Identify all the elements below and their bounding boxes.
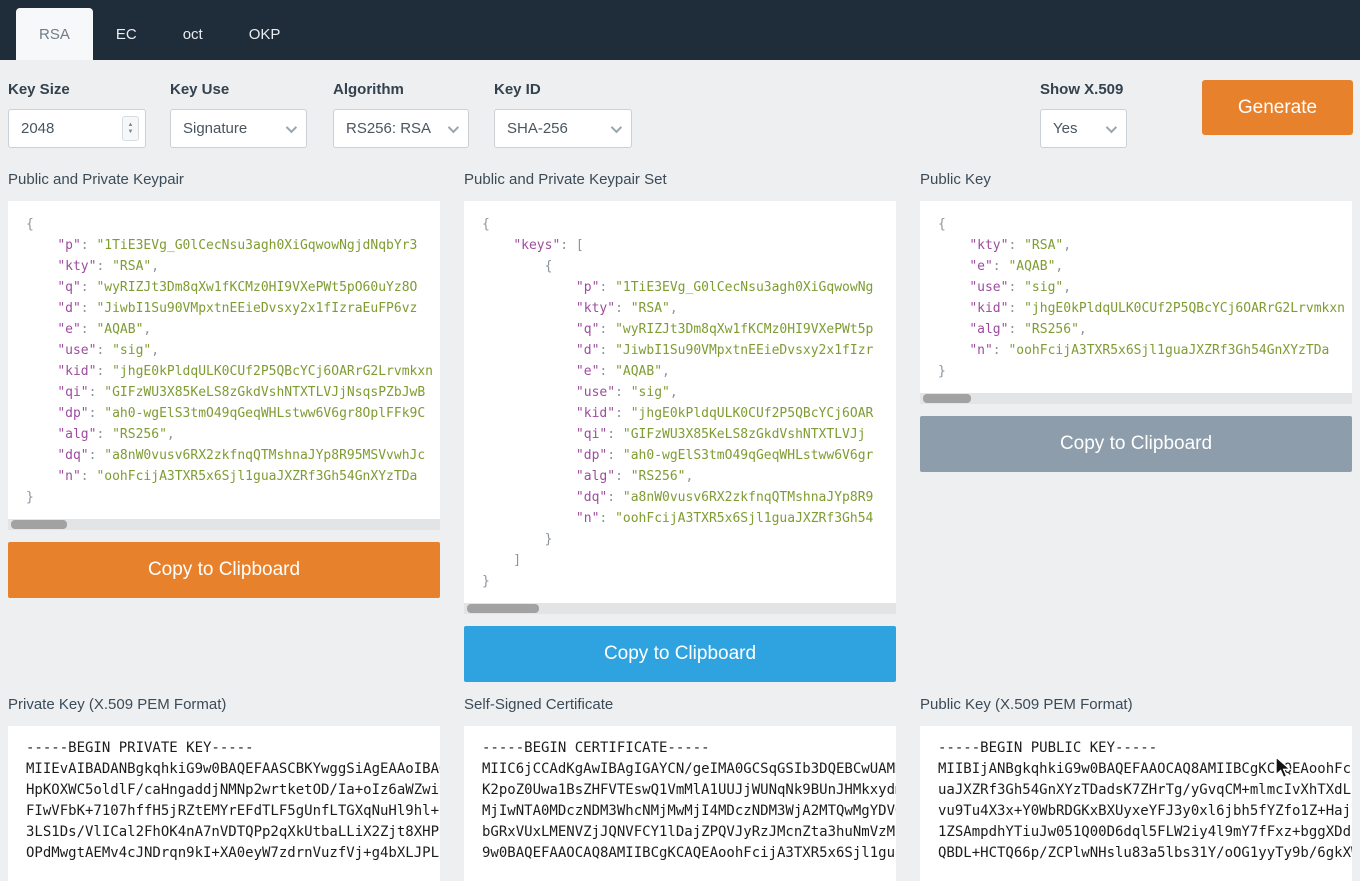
- horizontal-scrollbar[interactable]: [8, 519, 440, 530]
- json-output-row: Public and Private Keypair { "p": "1TiE3…: [0, 171, 1360, 682]
- public-key-code-box[interactable]: { "kty": "RSA", "e": "AQAB", "use": "sig…: [920, 201, 1352, 404]
- keypair-panel: Public and Private Keypair { "p": "1TiE3…: [8, 171, 440, 598]
- horizontal-scrollbar[interactable]: [920, 393, 1352, 404]
- key-id-value: SHA-256: [507, 120, 603, 137]
- key-id-select[interactable]: SHA-256: [494, 109, 632, 148]
- show-x509-select[interactable]: Yes: [1040, 109, 1127, 148]
- copy-keypair-set-button[interactable]: Copy to Clipboard: [464, 626, 896, 682]
- generate-button[interactable]: Generate: [1202, 80, 1353, 135]
- tab-oct[interactable]: oct: [160, 8, 226, 60]
- key-size-input[interactable]: 2048 ▲▼: [8, 109, 146, 148]
- private-key-pem-panel: Private Key (X.509 PEM Format) -----BEGI…: [8, 696, 440, 881]
- algorithm-select[interactable]: RS256: RSA: [333, 109, 469, 148]
- keypair-code-box[interactable]: { "p": "1TiE3EVg_G0lCecNsu3agh0XiGqwowNg…: [8, 201, 440, 530]
- private-key-pem-box[interactable]: -----BEGIN PRIVATE KEY-----MIIEvAIBADANB…: [8, 726, 440, 881]
- key-use-label: Key Use: [170, 81, 229, 98]
- number-stepper-icon[interactable]: ▲▼: [122, 116, 139, 141]
- show-x509-label: Show X.509: [1040, 81, 1123, 98]
- keypair-set-code-box[interactable]: { "keys": [ { "p": "1TiE3EVg_G0lCecNsu3a…: [464, 201, 896, 614]
- chevron-down-icon: [1106, 121, 1117, 132]
- horizontal-scrollbar[interactable]: [464, 603, 896, 614]
- keypair-title: Public and Private Keypair: [8, 171, 440, 189]
- key-size-label: Key Size: [8, 81, 70, 98]
- scrollbar-thumb[interactable]: [11, 520, 67, 529]
- chevron-down-icon: [286, 121, 297, 132]
- public-key-pem-title: Public Key (X.509 PEM Format): [920, 696, 1352, 714]
- chevron-down-icon: [611, 121, 622, 132]
- nav-bar: RSA EC oct OKP: [0, 0, 1360, 60]
- algorithm-label: Algorithm: [333, 81, 404, 98]
- scrollbar-thumb[interactable]: [923, 394, 971, 403]
- certificate-panel: Self-Signed Certificate -----BEGIN CERTI…: [464, 696, 896, 881]
- keypair-set-title: Public and Private Keypair Set: [464, 171, 896, 189]
- public-key-panel: Public Key { "kty": "RSA", "e": "AQAB", …: [920, 171, 1352, 472]
- certificate-box[interactable]: -----BEGIN CERTIFICATE-----MIIC6jCCAdKgA…: [464, 726, 896, 881]
- copy-keypair-button[interactable]: Copy to Clipboard: [8, 542, 440, 598]
- public-key-title: Public Key: [920, 171, 1352, 189]
- pem-output-row: Private Key (X.509 PEM Format) -----BEGI…: [0, 696, 1360, 881]
- algorithm-value: RS256: RSA: [346, 120, 440, 137]
- show-x509-value: Yes: [1053, 120, 1098, 137]
- key-use-value: Signature: [183, 120, 278, 137]
- chevron-down-icon: [448, 121, 459, 132]
- public-key-pem-panel: Public Key (X.509 PEM Format) -----BEGIN…: [920, 696, 1352, 881]
- copy-public-key-button[interactable]: Copy to Clipboard: [920, 416, 1352, 472]
- public-key-pem-box[interactable]: -----BEGIN PUBLIC KEY-----MIIBIjANBgkqhk…: [920, 726, 1352, 881]
- scrollbar-thumb[interactable]: [467, 604, 539, 613]
- tab-rsa[interactable]: RSA: [16, 8, 93, 60]
- key-use-select[interactable]: Signature: [170, 109, 307, 148]
- keypair-set-panel: Public and Private Keypair Set { "keys":…: [464, 171, 896, 682]
- tab-okp[interactable]: OKP: [226, 8, 304, 60]
- certificate-title: Self-Signed Certificate: [464, 696, 896, 714]
- generator-form: Key Size Key Use Algorithm Key ID Show X…: [0, 60, 1360, 171]
- private-key-pem-title: Private Key (X.509 PEM Format): [8, 696, 440, 714]
- tab-ec[interactable]: EC: [93, 8, 160, 60]
- key-size-value: 2048: [21, 120, 122, 137]
- key-id-label: Key ID: [494, 81, 541, 98]
